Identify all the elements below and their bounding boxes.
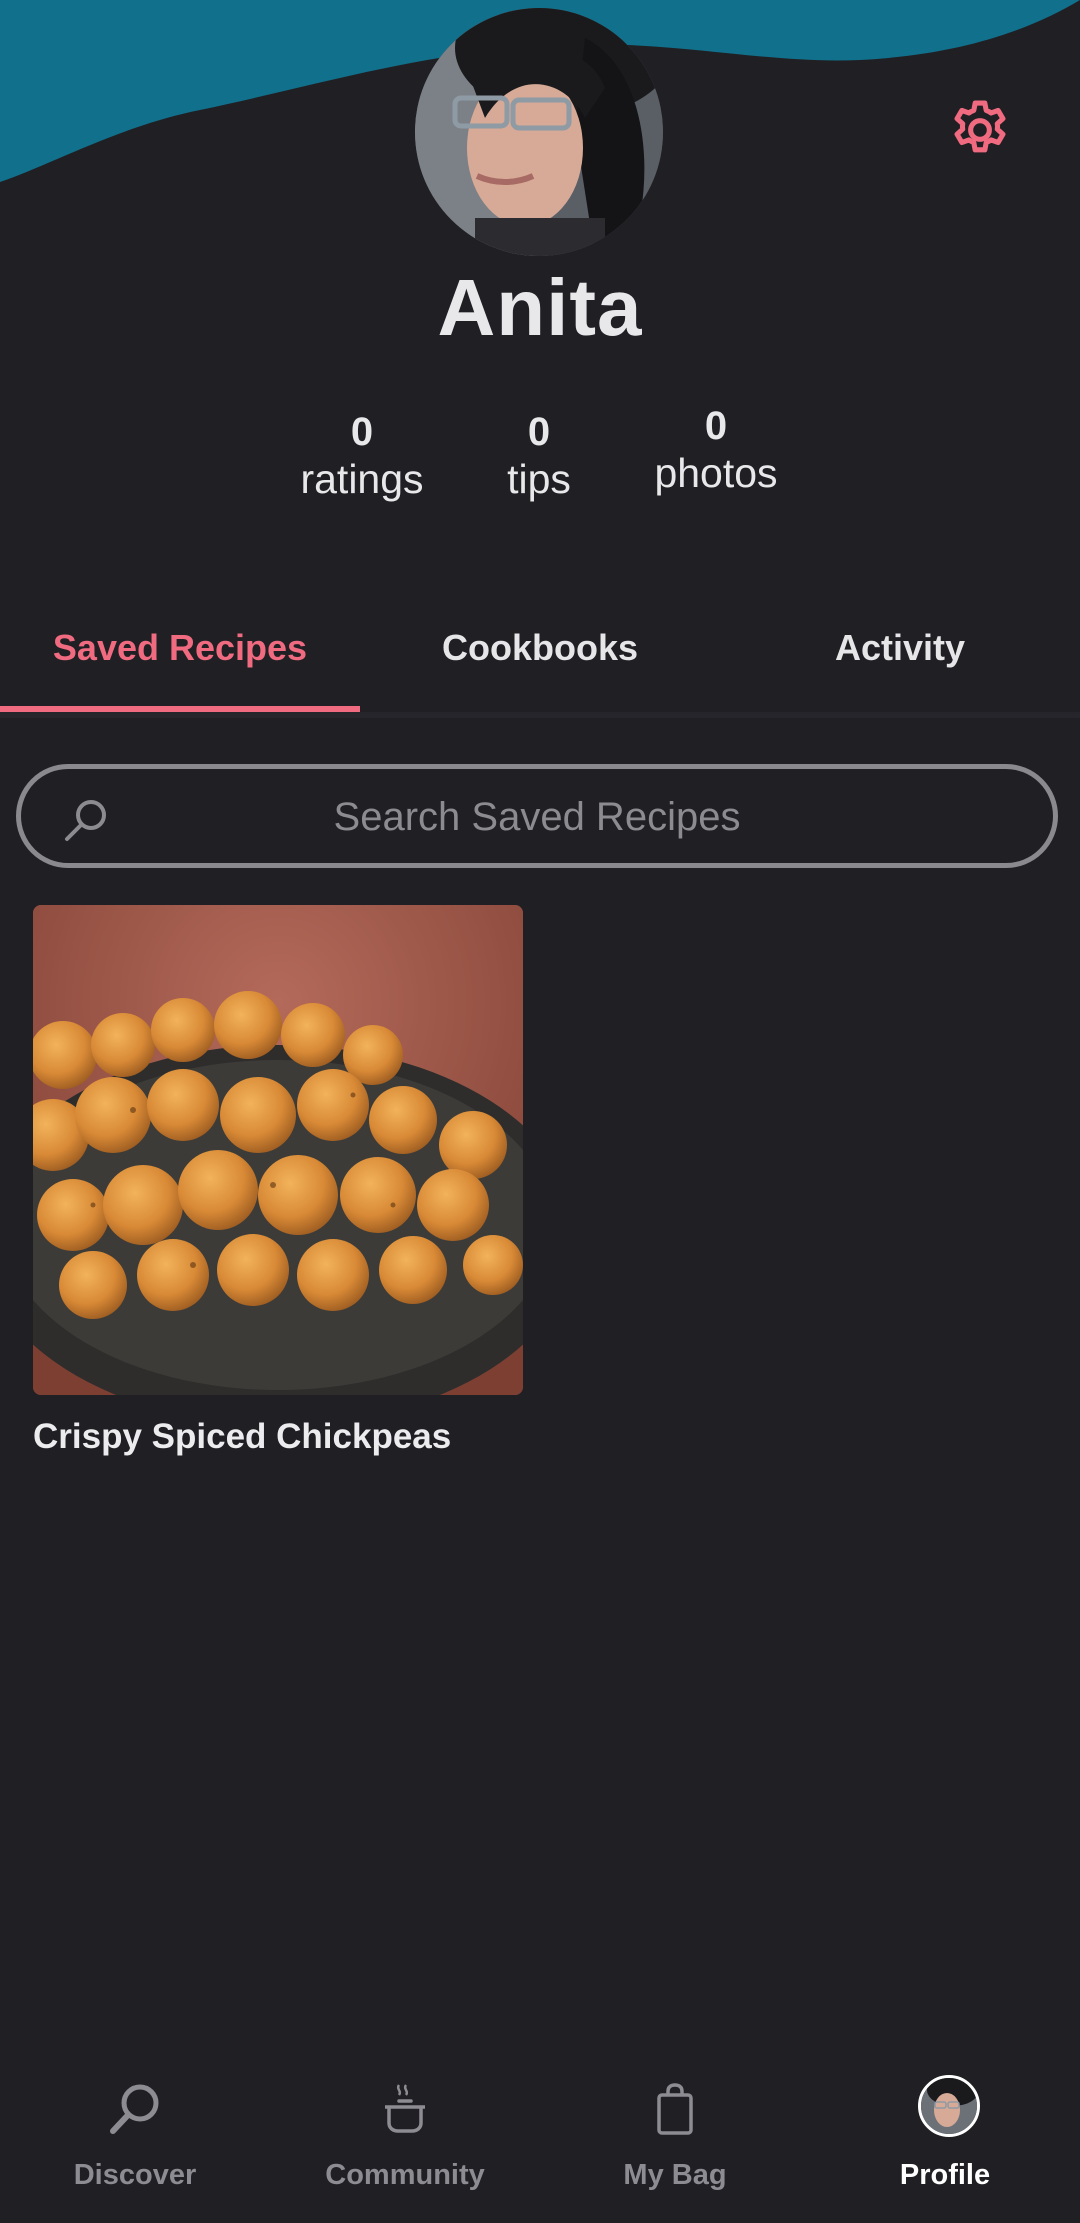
- nav-profile[interactable]: Profile: [810, 2073, 1080, 2223]
- bottom-nav: Discover Community My Bag Profile: [0, 2073, 1080, 2223]
- recipe-title[interactable]: Crispy Spiced Chickpeas: [33, 1417, 523, 1457]
- search-bar[interactable]: [16, 764, 1058, 868]
- profile-avatar[interactable]: [415, 8, 663, 256]
- nav-discover[interactable]: Discover: [0, 2073, 270, 2223]
- stat-tips-label: tips: [507, 456, 571, 502]
- tab-cookbooks[interactable]: Cookbooks: [360, 620, 720, 676]
- search-icon: [65, 800, 106, 841]
- pot-icon: [385, 2084, 425, 2133]
- active-tab-indicator: [0, 706, 360, 712]
- profile-name: Anita: [437, 263, 643, 352]
- stat-photos[interactable]: 0 photos: [616, 404, 816, 498]
- stat-photos-label: photos: [654, 450, 778, 496]
- tab-saved-recipes[interactable]: Saved Recipes: [0, 620, 360, 676]
- search-icon: [110, 2084, 159, 2134]
- nav-my-bag-label: My Bag: [623, 2159, 727, 2191]
- recipe-image[interactable]: [33, 905, 523, 1395]
- stat-tips-count: 0: [527, 410, 551, 454]
- nav-profile-label: Profile: [899, 2159, 991, 2191]
- search-input[interactable]: [131, 769, 943, 865]
- stat-ratings-count: 0: [350, 410, 374, 454]
- tab-divider: [0, 712, 1080, 718]
- profile-photo: [415, 8, 663, 256]
- avatar: [918, 2075, 980, 2137]
- chickpeas-photo: [33, 905, 523, 1395]
- stat-photos-count: 0: [704, 404, 728, 448]
- stat-ratings[interactable]: 0 ratings: [262, 410, 462, 504]
- tab-activity[interactable]: Activity: [720, 620, 1080, 676]
- nav-community[interactable]: Community: [270, 2073, 540, 2223]
- recipe-card[interactable]: Crispy Spiced Chickpeas: [33, 905, 523, 1457]
- stat-ratings-label: ratings: [300, 456, 424, 502]
- bag-icon: [657, 2083, 693, 2135]
- settings-gear-icon[interactable]: [946, 96, 1014, 164]
- nav-discover-label: Discover: [73, 2159, 197, 2191]
- nav-community-label: Community: [325, 2159, 485, 2191]
- stat-tips[interactable]: 0 tips: [439, 410, 639, 504]
- nav-my-bag[interactable]: My Bag: [540, 2073, 810, 2223]
